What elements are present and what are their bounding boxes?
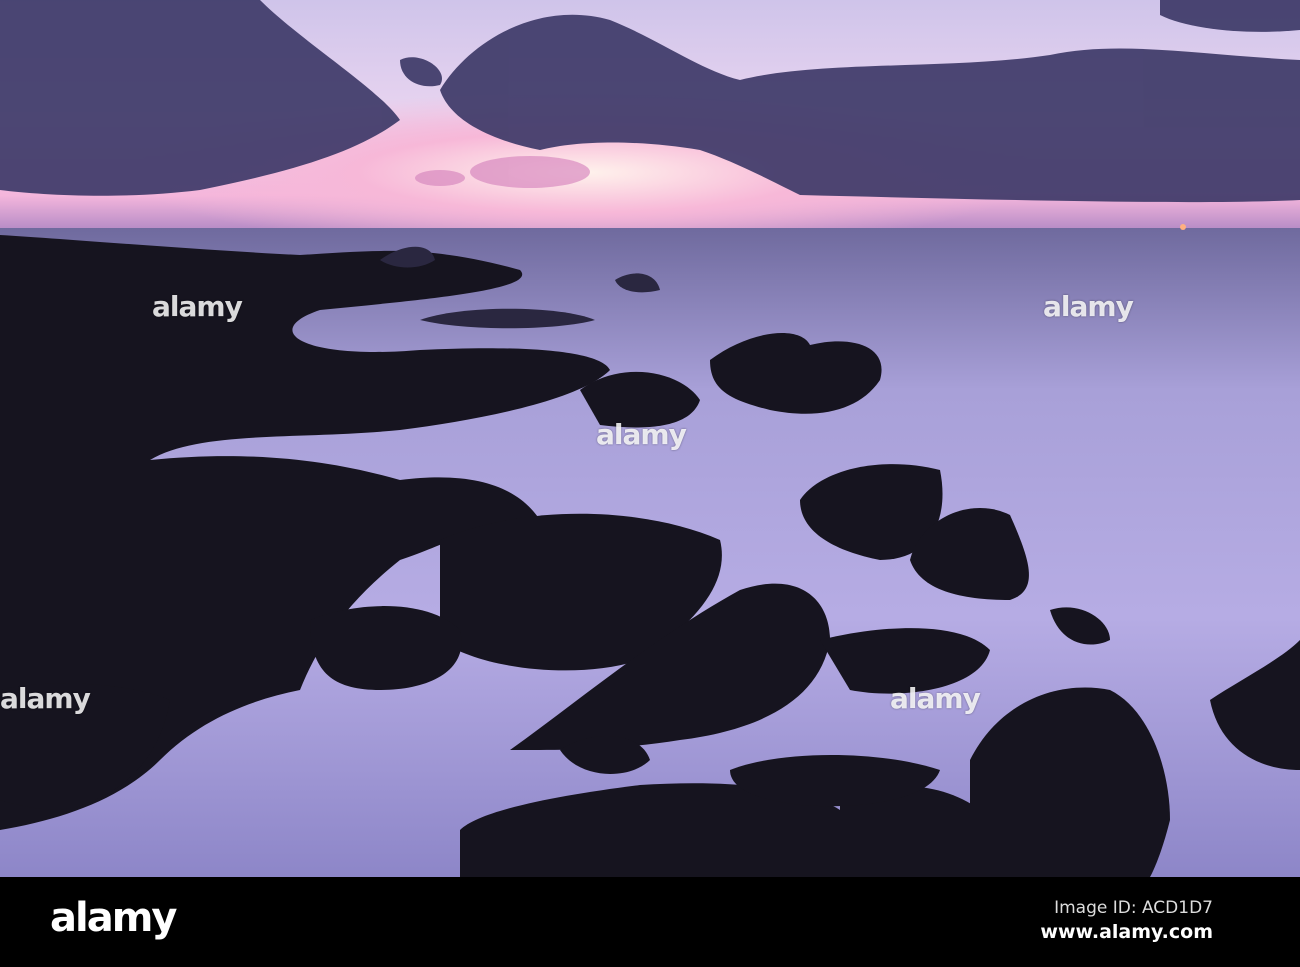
watermark: alamy bbox=[596, 418, 687, 451]
website-link[interactable]: www.alamy.com bbox=[1040, 921, 1213, 943]
footer-bar: alamy Image ID: ACD1D7 www.alamy.com bbox=[0, 877, 1300, 967]
watermark: alamy bbox=[0, 682, 91, 715]
stock-photo-page: alamy alamy alamy alamy alamy alamy Imag… bbox=[0, 0, 1300, 967]
watermark: alamy bbox=[890, 682, 981, 715]
image-id: Image ID: ACD1D7 bbox=[1054, 898, 1213, 918]
watermark: alamy bbox=[1043, 290, 1134, 323]
alamy-logo: alamy bbox=[50, 895, 177, 941]
watermark: alamy bbox=[152, 290, 243, 323]
